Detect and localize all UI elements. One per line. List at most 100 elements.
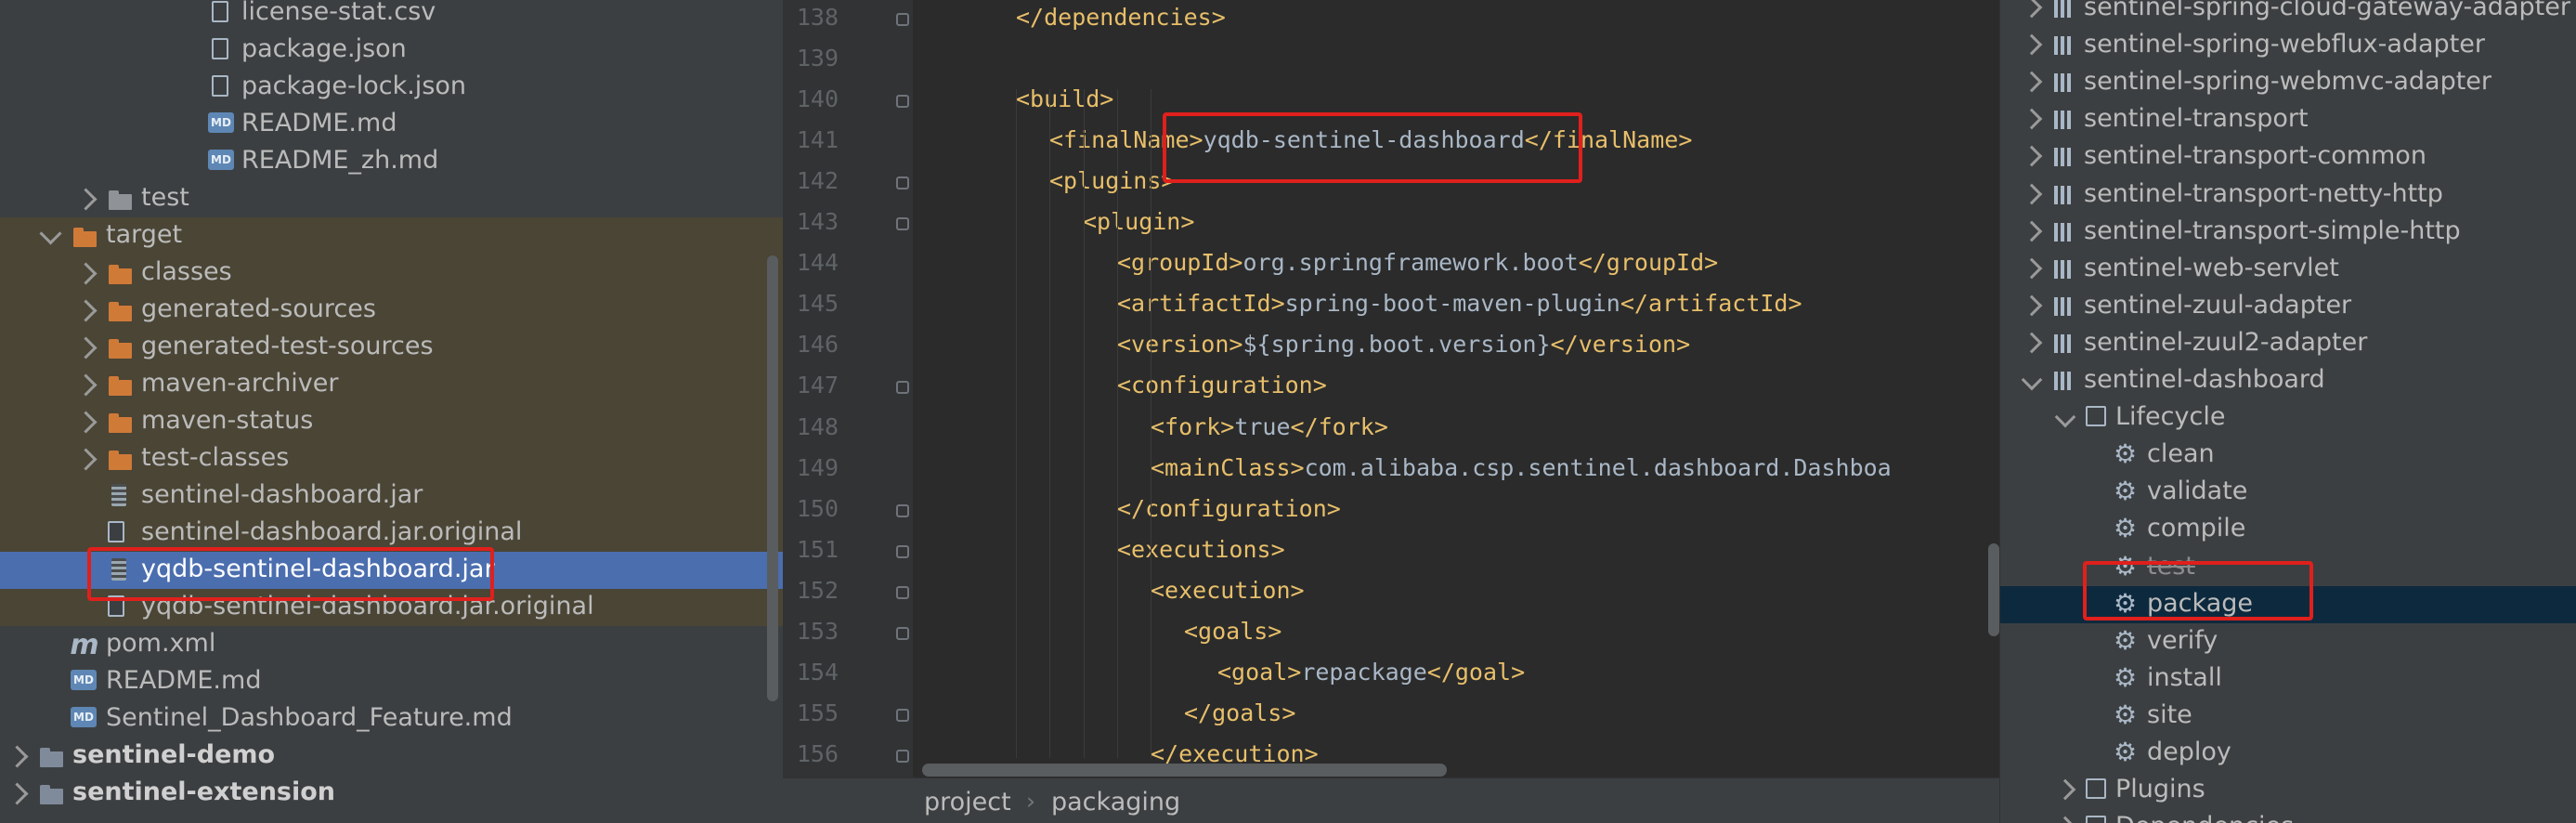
fold-icon[interactable] bbox=[896, 585, 909, 599]
lifecycle-goal-package[interactable]: ⚙ package bbox=[2000, 585, 2576, 623]
tree-item[interactable]: test-classes bbox=[0, 440, 783, 477]
tree-item[interactable]: sentinel-demo bbox=[0, 738, 783, 775]
chevron-right-icon[interactable] bbox=[74, 262, 98, 285]
chevron-right-icon[interactable] bbox=[2021, 257, 2043, 280]
maven-module[interactable]: sentinel-transport-netty-http bbox=[2000, 176, 2576, 214]
chevron-right-icon[interactable] bbox=[6, 745, 29, 768]
lifecycle-goal-verify[interactable]: ⚙ verify bbox=[2000, 623, 2576, 660]
chevron-right-icon[interactable] bbox=[74, 373, 98, 397]
tree-item[interactable]: package-lock.json bbox=[0, 69, 783, 106]
chevron-right-icon[interactable] bbox=[2021, 108, 2043, 130]
fold-icon[interactable] bbox=[896, 13, 909, 26]
breadcrumb-item-project[interactable]: project bbox=[924, 788, 1011, 816]
tree-item[interactable]: classes bbox=[0, 255, 783, 292]
tree-item[interactable]: m pom.xml bbox=[0, 626, 783, 663]
chevron-right-icon[interactable] bbox=[2021, 183, 2043, 204]
fold-icon[interactable] bbox=[896, 381, 909, 395]
chevron-right-icon[interactable] bbox=[2021, 71, 2043, 93]
tree-item[interactable]: MD README.md bbox=[0, 106, 783, 143]
lifecycle-goal-install[interactable]: ⚙ install bbox=[2000, 660, 2576, 698]
tree-item[interactable]: sentinel-dashboard.jar bbox=[0, 477, 783, 515]
code-line[interactable]: <goals> bbox=[1184, 618, 1281, 645]
fold-icon[interactable] bbox=[896, 95, 909, 109]
editor-horizontal-scrollbar[interactable] bbox=[922, 764, 1447, 777]
maven-module[interactable]: sentinel-zuul2-adapter bbox=[2000, 325, 2576, 362]
chevron-down-icon[interactable] bbox=[2021, 369, 2043, 391]
code-line[interactable]: <plugin> bbox=[1083, 208, 1194, 235]
plugins-node[interactable]: Plugins bbox=[2000, 772, 2576, 809]
dependencies-node[interactable]: Dependencies bbox=[2000, 809, 2576, 823]
chevron-right-icon[interactable] bbox=[2021, 0, 2043, 19]
tree-item[interactable]: yqdb-sentinel-dashboard.jar bbox=[0, 552, 783, 589]
tree-item[interactable]: MD Sentinel_Dashboard_Feature.md bbox=[0, 700, 783, 738]
code-line[interactable]: <execution> bbox=[1151, 577, 1305, 604]
code-line[interactable]: <mainClass>com.alibaba.csp.sentinel.dash… bbox=[1151, 454, 1892, 481]
chevron-right-icon[interactable] bbox=[2021, 146, 2043, 167]
tree-item[interactable]: yqdb-sentinel-dashboard.jar.original bbox=[0, 589, 783, 626]
lifecycle-goal-deploy[interactable]: ⚙ deploy bbox=[2000, 735, 2576, 772]
code-line[interactable]: <artifactId>spring-boot-maven-plugin</ar… bbox=[1117, 290, 1802, 317]
chevron-right-icon[interactable] bbox=[2021, 332, 2043, 354]
tree-item[interactable]: MD README.md bbox=[0, 663, 783, 700]
chevron-right-icon[interactable] bbox=[6, 782, 29, 805]
maven-module[interactable]: sentinel-spring-webflux-adapter bbox=[2000, 27, 2576, 64]
tree-item[interactable]: package.json bbox=[0, 32, 783, 69]
fold-icon[interactable] bbox=[896, 749, 909, 763]
maven-module[interactable]: sentinel-transport bbox=[2000, 101, 2576, 138]
code-line[interactable]: <goal>repackage</goal> bbox=[1217, 659, 1525, 686]
code-line[interactable]: <configuration> bbox=[1117, 372, 1327, 398]
code-line[interactable]: <plugins> bbox=[1049, 167, 1175, 194]
maven-module[interactable]: sentinel-zuul-adapter bbox=[2000, 288, 2576, 325]
lifecycle-goal-site[interactable]: ⚙ site bbox=[2000, 698, 2576, 735]
lifecycle-goal-test[interactable]: ⚙ test bbox=[2000, 549, 2576, 586]
tree-item[interactable]: sentinel-extension bbox=[0, 775, 783, 812]
code-line[interactable]: <fork>true</fork> bbox=[1151, 413, 1388, 440]
lifecycle-node[interactable]: Lifecycle bbox=[2000, 399, 2576, 437]
chevron-down-icon[interactable] bbox=[2054, 406, 2076, 428]
tree-item[interactable]: target bbox=[0, 217, 783, 255]
code-line[interactable]: </goals> bbox=[1184, 699, 1295, 726]
breadcrumb-item-packaging[interactable]: packaging bbox=[1051, 788, 1180, 816]
maven-module[interactable]: sentinel-web-servlet bbox=[2000, 251, 2576, 288]
lifecycle-goal-validate[interactable]: ⚙ validate bbox=[2000, 474, 2576, 511]
maven-module-expanded[interactable]: sentinel-dashboard bbox=[2000, 362, 2576, 399]
code-line[interactable]: <executions> bbox=[1117, 536, 1285, 563]
maven-module[interactable]: sentinel-spring-webmvc-adapter bbox=[2000, 64, 2576, 101]
code-line[interactable]: <finalName>yqdb-sentinel-dashboard</fina… bbox=[1049, 126, 1692, 153]
chevron-right-icon[interactable] bbox=[74, 448, 98, 471]
fold-icon[interactable] bbox=[896, 708, 909, 722]
tree-item[interactable]: maven-archiver bbox=[0, 366, 783, 403]
chevron-right-icon[interactable] bbox=[74, 411, 98, 434]
tree-item[interactable]: maven-status bbox=[0, 403, 783, 440]
maven-module[interactable]: sentinel-transport-common bbox=[2000, 138, 2576, 176]
code-line[interactable]: <version>${spring.boot.version}</version… bbox=[1117, 331, 1690, 358]
editor[interactable]: 138 139 140 141 142 143 144 145 146 147 148 149 150 1… bbox=[783, 0, 1999, 823]
chevron-right-icon[interactable] bbox=[2054, 778, 2076, 801]
maven-module[interactable]: sentinel-spring-cloud-gateway-adapter bbox=[2000, 0, 2576, 27]
chevron-right-icon[interactable] bbox=[74, 188, 98, 211]
chevron-right-icon[interactable] bbox=[2021, 33, 2043, 56]
chevron-right-icon[interactable] bbox=[74, 336, 98, 359]
chevron-right-icon[interactable] bbox=[2054, 816, 2076, 823]
chevron-right-icon[interactable] bbox=[74, 299, 98, 322]
fold-icon[interactable] bbox=[896, 544, 909, 558]
tree-item[interactable]: generated-sources bbox=[0, 292, 783, 329]
project-tree-scrollbar[interactable] bbox=[767, 255, 778, 701]
tree-item[interactable]: sentinel-dashboard.jar.original bbox=[0, 515, 783, 552]
fold-icon[interactable] bbox=[896, 503, 909, 517]
code-line[interactable]: <groupId>org.springframework.boot</group… bbox=[1117, 249, 1718, 276]
tree-item[interactable]: MD README_zh.md bbox=[0, 143, 783, 180]
maven-module[interactable]: sentinel-transport-simple-http bbox=[2000, 214, 2576, 251]
tree-item[interactable]: test bbox=[0, 180, 783, 217]
fold-icon[interactable] bbox=[896, 176, 909, 190]
chevron-down-icon[interactable] bbox=[39, 222, 62, 245]
fold-icon[interactable] bbox=[896, 217, 909, 231]
code-line[interactable]: </dependencies> bbox=[1016, 4, 1226, 31]
chevron-right-icon[interactable] bbox=[2021, 220, 2043, 242]
fold-icon[interactable] bbox=[896, 626, 909, 640]
lifecycle-goal-compile[interactable]: ⚙ compile bbox=[2000, 511, 2576, 548]
tree-item[interactable]: generated-test-sources bbox=[0, 329, 783, 366]
chevron-right-icon[interactable] bbox=[2021, 294, 2043, 317]
lifecycle-goal-clean[interactable]: ⚙ clean bbox=[2000, 437, 2576, 474]
editor-vertical-scrollbar[interactable] bbox=[1988, 543, 1999, 636]
